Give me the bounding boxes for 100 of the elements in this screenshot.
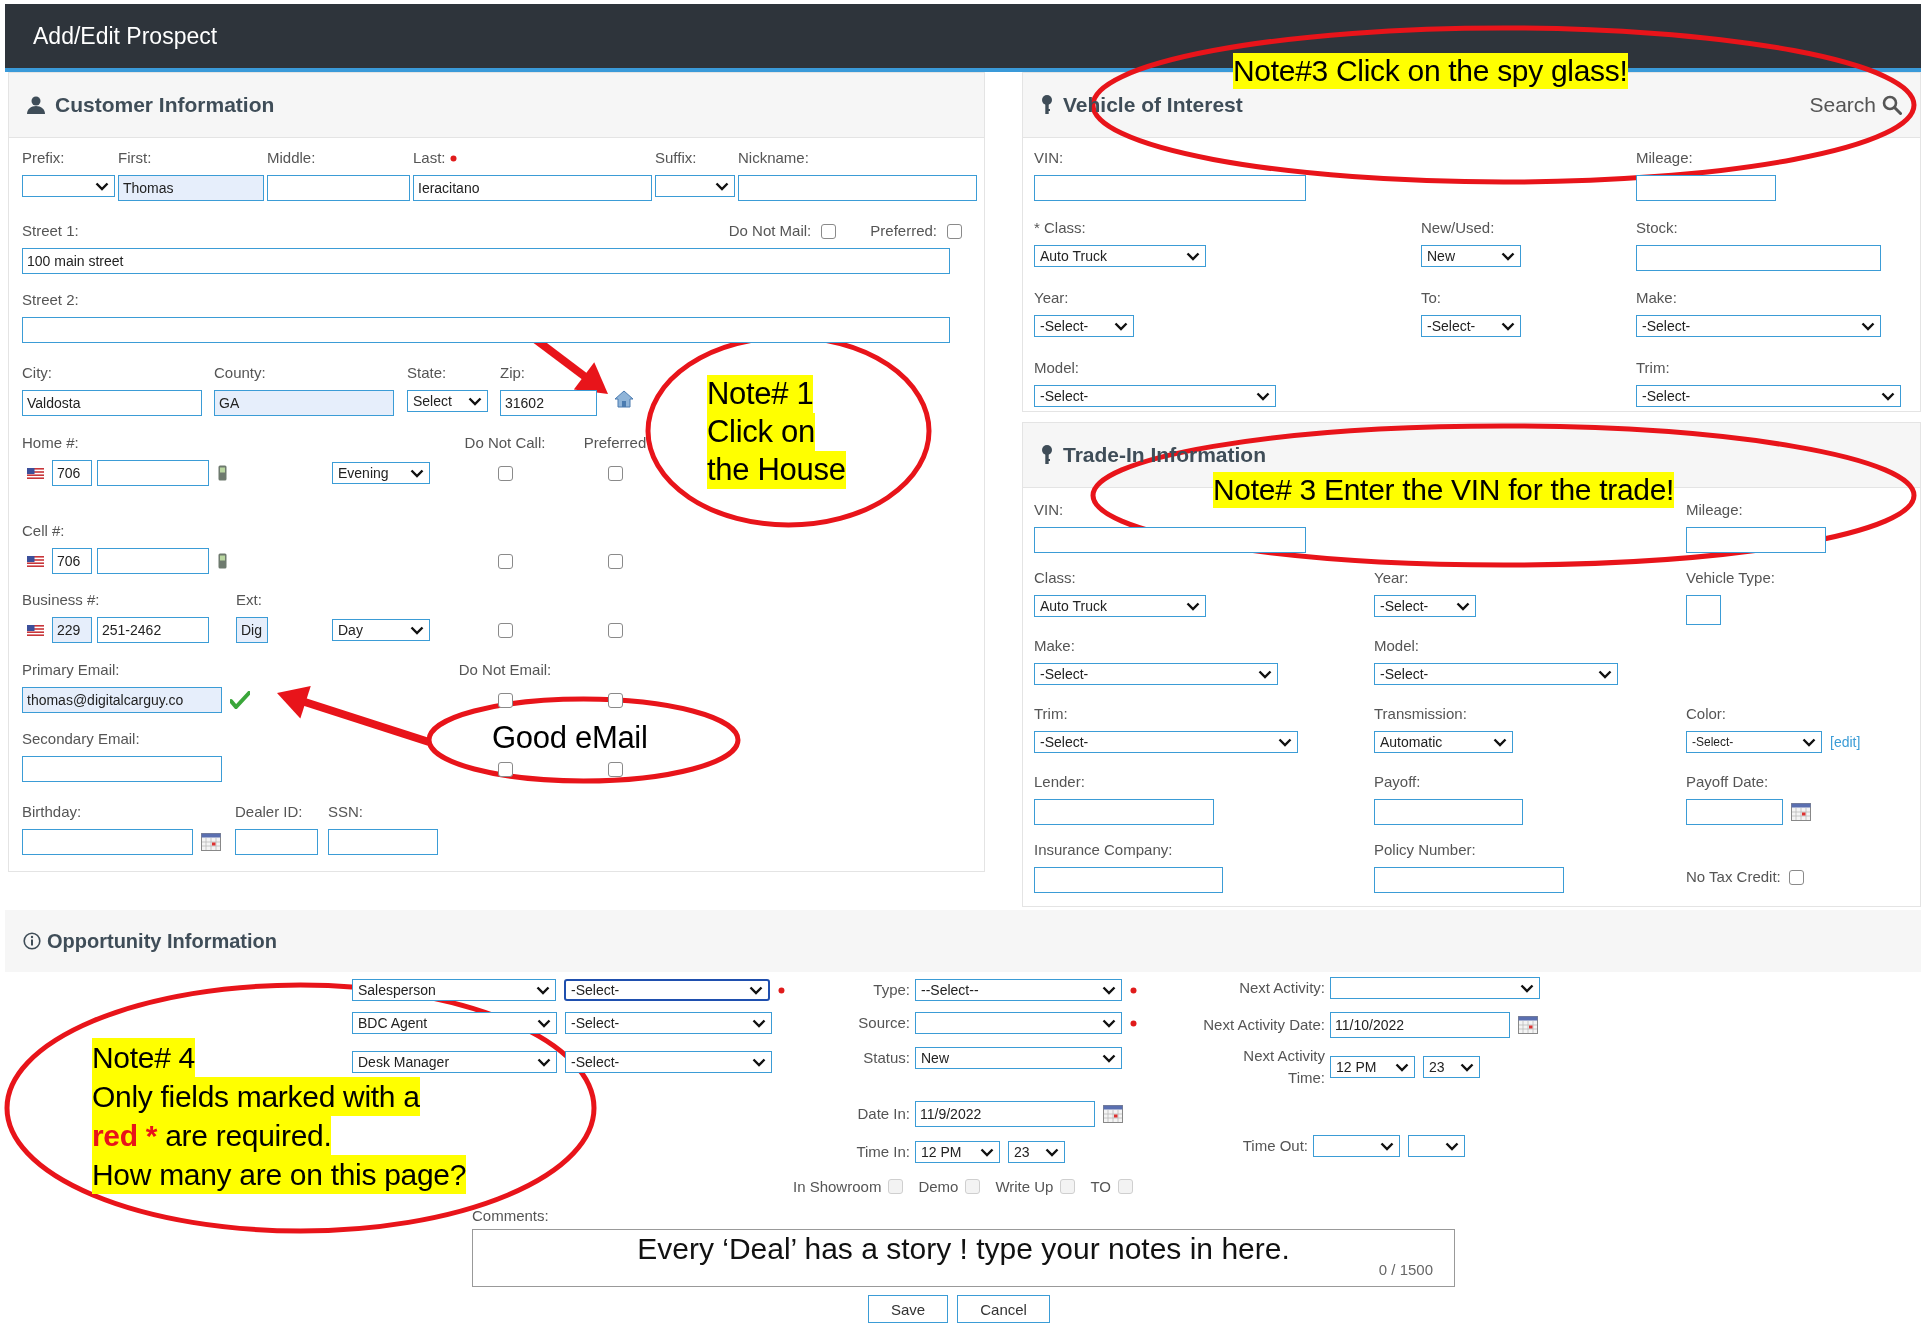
dropdown[interactable]: -Select- <box>564 979 771 1001</box>
checkbox[interactable] <box>607 553 623 569</box>
input-field[interactable] <box>1686 527 1826 553</box>
dropdown[interactable]: 23 <box>1008 1141 1065 1163</box>
checkbox[interactable] <box>607 692 623 708</box>
field-label: City: <box>22 363 52 383</box>
input-field[interactable]: 31602 <box>500 390 597 416</box>
calendar-icon[interactable] <box>1103 1105 1123 1123</box>
dropdown[interactable]: --Select-- <box>915 979 1122 1001</box>
dropdown[interactable]: -Select- <box>1686 731 1822 753</box>
dropdown[interactable]: -Select- <box>1636 385 1901 407</box>
input-field[interactable] <box>1374 867 1564 893</box>
checkbox[interactable] <box>821 223 837 239</box>
dropdown[interactable]: -Select- <box>1421 315 1521 337</box>
input-field[interactable] <box>1034 867 1223 893</box>
dropdown[interactable]: -Select- <box>1034 385 1276 407</box>
dropdown[interactable]: BDC Agent <box>352 1012 557 1034</box>
field-label: Business #: <box>22 590 100 610</box>
input-field[interactable]: 706 <box>52 460 92 486</box>
input-field[interactable] <box>1636 175 1776 201</box>
dropdown[interactable] <box>1408 1135 1465 1157</box>
input-field[interactable] <box>1686 799 1783 825</box>
input-field[interactable] <box>1034 175 1306 201</box>
input-field[interactable] <box>22 829 193 855</box>
checkbox[interactable] <box>497 761 513 777</box>
cancel-button[interactable]: Cancel <box>957 1295 1050 1323</box>
chevron-icon <box>749 985 764 995</box>
dropdown[interactable]: -Select- <box>1374 595 1476 617</box>
save-button[interactable]: Save <box>868 1295 949 1323</box>
field-label: Dealer ID: <box>235 802 303 822</box>
checkbox[interactable] <box>607 622 623 638</box>
checkbox[interactable] <box>497 622 513 638</box>
chevron-icon <box>95 181 109 191</box>
dropdown[interactable]: -Select- <box>1374 663 1618 685</box>
field-label: Mileage: <box>1686 500 1743 520</box>
column-label: Preferred <box>583 433 647 453</box>
field-label: Last: <box>413 148 446 168</box>
input-field[interactable] <box>328 829 438 855</box>
field-label: Year: <box>1374 568 1409 588</box>
input-field[interactable] <box>97 548 209 574</box>
input-field[interactable] <box>22 756 222 782</box>
input-field[interactable] <box>1034 527 1306 553</box>
input-field[interactable]: 11/10/2022 <box>1330 1012 1510 1038</box>
house-icon[interactable] <box>614 390 634 408</box>
input-field[interactable] <box>738 175 977 201</box>
checkbox[interactable] <box>497 692 513 708</box>
input-field[interactable]: GA <box>214 390 394 416</box>
input-field[interactable] <box>22 317 950 343</box>
checkbox[interactable] <box>497 465 513 481</box>
dropdown[interactable]: 23 <box>1423 1056 1480 1078</box>
input-field[interactable] <box>1374 799 1523 825</box>
checkbox[interactable] <box>497 553 513 569</box>
input-field[interactable] <box>235 829 318 855</box>
checkbox[interactable] <box>947 223 962 239</box>
chevron-icon <box>410 468 424 478</box>
input-field[interactable] <box>97 460 209 486</box>
dropdown[interactable]: New <box>915 1047 1122 1069</box>
dropdown[interactable]: Day <box>332 619 430 641</box>
dropdown[interactable]: -Select- <box>1636 315 1881 337</box>
dropdown[interactable]: Desk Manager <box>352 1051 557 1073</box>
field-label: County: <box>214 363 266 383</box>
input-field[interactable] <box>1034 799 1214 825</box>
dropdown[interactable]: Select <box>407 390 488 412</box>
field-label: Ext: <box>235 590 262 610</box>
input-field[interactable]: Valdosta <box>22 390 202 416</box>
dropdown[interactable]: Automatic <box>1374 731 1513 753</box>
dropdown[interactable]: 12 PM <box>1330 1056 1415 1078</box>
calendar-icon[interactable] <box>1791 803 1811 821</box>
input-field[interactable]: 706 <box>52 548 92 574</box>
input-field[interactable]: 11/9/2022 <box>915 1101 1095 1127</box>
checkbox[interactable] <box>1788 869 1804 885</box>
input-field[interactable]: 229 <box>52 617 92 643</box>
input-field[interactable]: Ieracitano <box>413 175 652 201</box>
note-text: Note# 3 Enter the VIN for the trade! <box>1213 472 1675 508</box>
dropdown[interactable]: -Select- <box>1034 663 1278 685</box>
input-field[interactable] <box>1636 245 1881 271</box>
input-field[interactable] <box>1686 595 1721 625</box>
input-field[interactable] <box>267 175 410 201</box>
input-field[interactable]: 100 main street <box>22 248 950 274</box>
dropdown[interactable]: -Select- <box>1034 731 1298 753</box>
dropdown[interactable]: Auto Truck <box>1034 245 1206 267</box>
dropdown[interactable]: -Select- <box>1034 315 1134 337</box>
field-label: Lender: <box>1034 772 1085 792</box>
dropdown[interactable]: 12 PM <box>915 1141 1000 1163</box>
calendar-icon[interactable] <box>1518 1016 1538 1034</box>
dropdown[interactable]: Evening <box>332 462 430 484</box>
checkbox[interactable] <box>607 761 623 777</box>
chevron-icon <box>1501 251 1515 261</box>
dropdown[interactable]: -Select- <box>565 1012 772 1034</box>
dropdown[interactable]: -Select- <box>565 1051 772 1073</box>
calendar-icon[interactable] <box>201 833 221 851</box>
dropdown[interactable]: Salesperson <box>352 979 556 1001</box>
search-link[interactable]: Search <box>1809 93 1902 117</box>
input-field[interactable]: Dig <box>236 617 268 643</box>
dropdown[interactable]: New <box>1421 245 1521 267</box>
input-field[interactable]: Thomas <box>118 175 264 201</box>
input-field[interactable]: thomas@digitalcarguy.co <box>22 687 222 713</box>
dropdown[interactable]: Auto Truck <box>1034 595 1206 617</box>
input-field[interactable]: 251-2462 <box>97 617 209 643</box>
checkbox[interactable] <box>607 465 623 481</box>
